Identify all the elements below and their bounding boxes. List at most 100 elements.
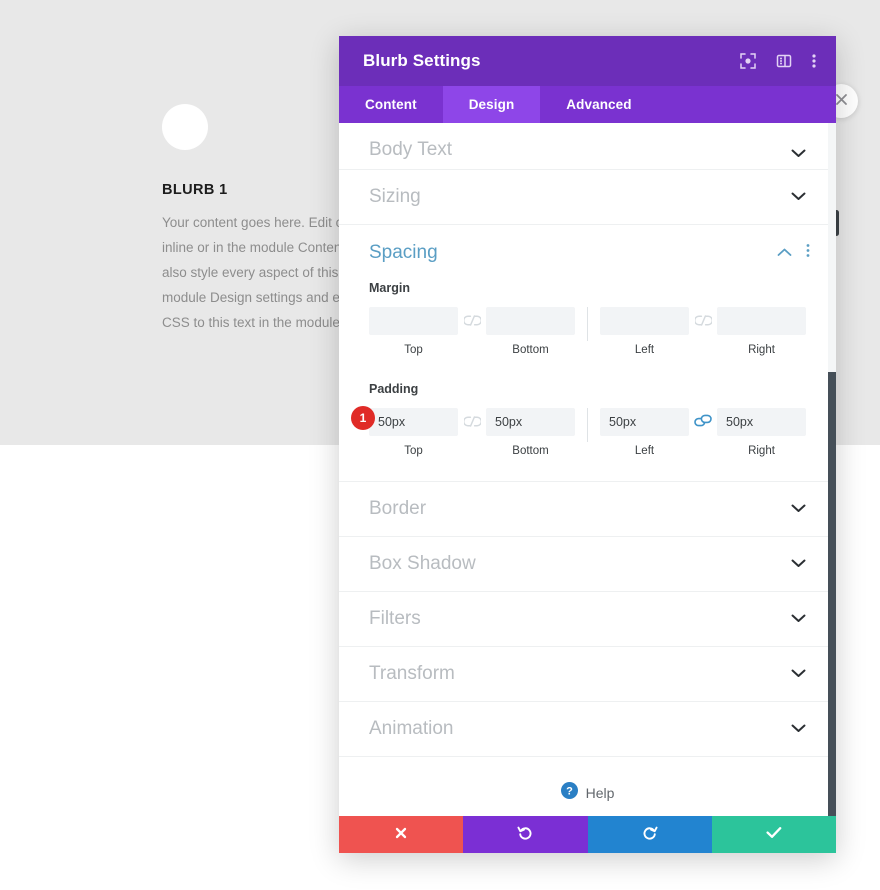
padding-right-input[interactable] (717, 408, 806, 436)
margin-pair-horizontal: Left Right (600, 307, 806, 356)
padding-left-field[interactable]: Left (600, 408, 689, 457)
margin-right-caption: Right (748, 344, 775, 356)
tab-content-label: Content (365, 97, 417, 112)
chevron-down-icon (791, 612, 806, 626)
margin-horizontal-link-button[interactable] (689, 313, 717, 331)
checkmark-icon (766, 826, 782, 843)
margin-bottom-field[interactable]: Bottom (486, 307, 575, 356)
padding-status-badge: 1 (351, 406, 375, 430)
chevron-down-icon (791, 667, 806, 681)
field-group-padding: Padding 1 Top (339, 382, 836, 457)
modal-header-icons (740, 53, 816, 69)
undo-icon (517, 825, 533, 845)
padding-pair-vertical: Top (369, 408, 575, 457)
padding-left-caption: Left (634, 445, 655, 457)
section-label-animation: Animation (369, 718, 454, 739)
margin-bottom-input[interactable] (486, 307, 575, 335)
modal-footer (339, 816, 836, 853)
blurb-circle-icon (162, 104, 208, 150)
padding-bottom-input[interactable] (486, 408, 575, 436)
section-row-sizing[interactable]: Sizing (339, 170, 836, 225)
chevron-down-icon (791, 557, 806, 571)
margin-fields-row: Top Bottom Left Right (369, 307, 806, 356)
focus-target-icon[interactable] (740, 53, 756, 69)
help-row[interactable]: ? Help (339, 757, 836, 816)
padding-right-caption: Right (748, 445, 775, 457)
margin-right-field[interactable]: Right (717, 307, 806, 356)
padding-bottom-caption: Bottom (512, 445, 549, 457)
modal-title: Blurb Settings (363, 51, 481, 70)
layout-panel-icon[interactable] (776, 53, 792, 69)
modal-scrollbar-track[interactable] (828, 123, 836, 816)
padding-top-caption: Top (404, 445, 423, 457)
padding-divider (587, 408, 588, 442)
margin-pair-vertical: Top Bottom (369, 307, 575, 356)
padding-bottom-field[interactable]: Bottom (486, 408, 575, 457)
margin-top-caption: Top (404, 344, 423, 356)
tab-advanced-label: Advanced (566, 97, 632, 112)
section-label-spacing: Spacing (369, 242, 438, 263)
section-row-box-shadow[interactable]: Box Shadow (339, 537, 836, 592)
section-row-transform[interactable]: Transform (339, 647, 836, 702)
padding-left-input[interactable] (600, 408, 689, 436)
group-label-padding: Padding (369, 382, 419, 396)
margin-right-input[interactable] (717, 307, 806, 335)
blurb-settings-modal: Blurb Settings Content Design Advanced B… (339, 36, 836, 853)
section-row-animation[interactable]: Animation (339, 702, 836, 757)
tab-content[interactable]: Content (339, 86, 443, 123)
padding-pair-horizontal: Left (600, 408, 806, 457)
field-group-margin: Margin Top Bottom Left Right (339, 281, 836, 356)
modal-header: Blurb Settings (339, 36, 836, 86)
padding-horizontal-link-button[interactable] (689, 414, 717, 432)
builder-page: BLURB 1 Your content goes here. Edit or … (0, 0, 880, 890)
section-label-sizing: Sizing (369, 186, 421, 207)
margin-vertical-link-button[interactable] (458, 313, 486, 331)
close-x-icon (394, 826, 408, 844)
tab-design[interactable]: Design (442, 86, 541, 123)
section-spacing-header[interactable]: Spacing (339, 225, 836, 281)
section-label-body-text: Body Text (369, 139, 453, 160)
section-label-filters: Filters (369, 608, 421, 629)
vertical-dots-icon[interactable] (806, 243, 810, 263)
link-broken-icon (693, 313, 713, 331)
margin-left-field[interactable]: Left (600, 307, 689, 356)
help-question-icon: ? (560, 782, 578, 804)
section-label-transform: Transform (369, 663, 455, 684)
padding-vertical-link-button[interactable] (458, 414, 486, 432)
margin-top-input[interactable] (369, 307, 458, 335)
modal-scrollbar-thumb[interactable] (828, 372, 836, 816)
vertical-dots-icon[interactable] (812, 53, 816, 69)
chevron-up-icon[interactable] (777, 244, 792, 262)
section-label-border: Border (369, 498, 427, 519)
tab-design-label: Design (468, 97, 515, 112)
modal-body: Body Text Sizing Spacing Margin Top Bott… (339, 123, 836, 816)
link-broken-icon (462, 414, 482, 432)
section-row-border[interactable]: Border (339, 482, 836, 537)
margin-left-caption: Left (634, 344, 655, 356)
section-spacing: Spacing Margin Top Bottom Left Right Pad… (339, 225, 836, 482)
margin-bottom-caption: Bottom (512, 344, 549, 356)
tab-advanced[interactable]: Advanced (540, 86, 657, 123)
padding-top-field[interactable]: Top (369, 408, 458, 457)
padding-fields-row: 1 Top (351, 406, 806, 457)
section-row-body-text[interactable]: Body Text (339, 123, 836, 170)
save-button[interactable] (711, 816, 836, 853)
padding-right-field[interactable]: Right (717, 408, 806, 457)
chevron-down-icon (791, 147, 806, 161)
link-broken-icon (462, 313, 482, 331)
margin-left-input[interactable] (600, 307, 689, 335)
padding-top-input[interactable] (369, 408, 458, 436)
undo-button[interactable] (463, 816, 588, 853)
section-row-filters[interactable]: Filters (339, 592, 836, 647)
section-label-box-shadow: Box Shadow (369, 553, 476, 574)
margin-divider (587, 307, 588, 341)
cancel-button[interactable] (339, 816, 464, 853)
close-icon (835, 93, 848, 110)
chevron-down-icon (791, 190, 806, 204)
modal-tabs: Content Design Advanced (339, 86, 836, 123)
link-connected-icon (694, 414, 712, 432)
redo-button[interactable] (587, 816, 712, 853)
chevron-down-icon (791, 502, 806, 516)
margin-top-field[interactable]: Top (369, 307, 458, 356)
svg-text:?: ? (566, 785, 573, 797)
